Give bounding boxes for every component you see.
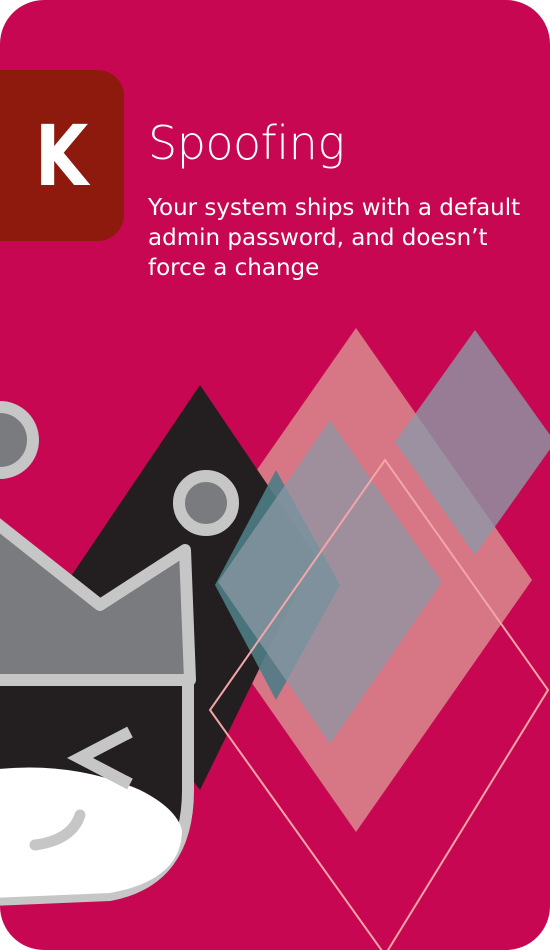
card-description: Your system ships with a default admin p… xyxy=(148,195,521,281)
card-title: Spoofing xyxy=(148,116,345,170)
rank-badge: K xyxy=(0,70,124,241)
threat-card: K Spoofing Your system ships with a defa… xyxy=(0,0,550,950)
rank-letter: K xyxy=(35,106,89,205)
